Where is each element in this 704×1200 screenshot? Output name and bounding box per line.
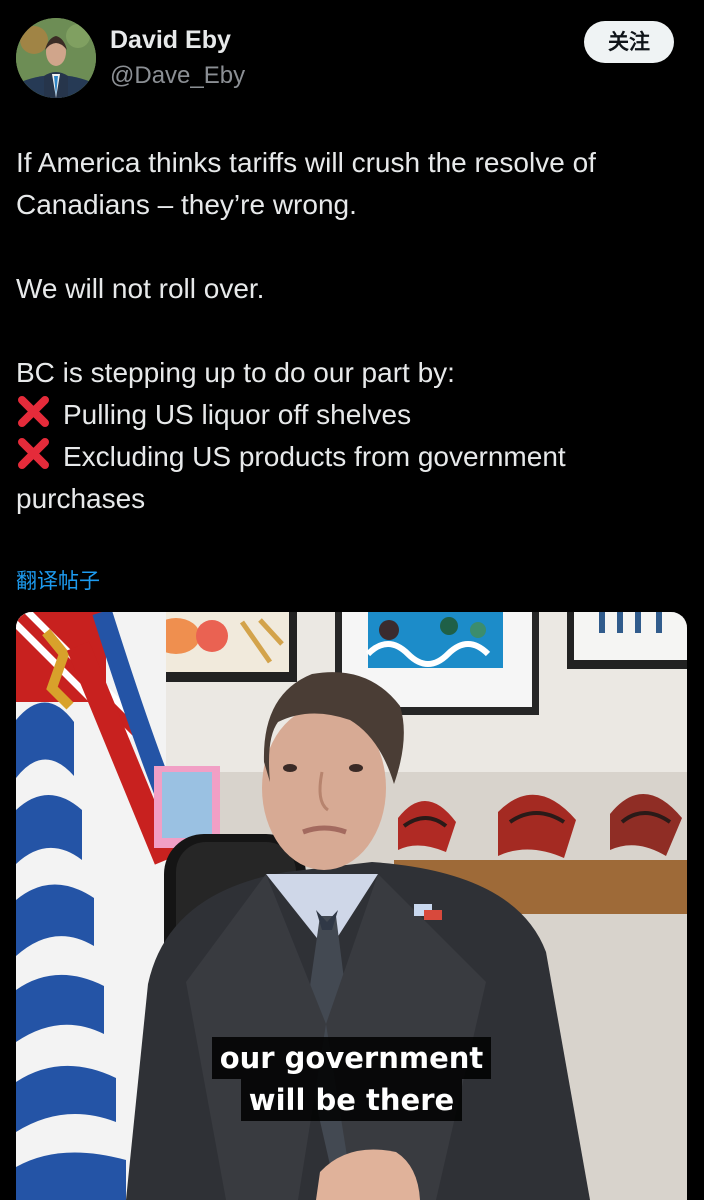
tweet-paragraph-3: BC is stepping up to do our part by:	[16, 357, 455, 388]
tweet-paragraph-1: If America thinks tariffs will crush the…	[16, 147, 596, 220]
tweet-list-item-2: Excluding US products from government pu…	[16, 436, 676, 520]
caption-line-2: will be there	[240, 1079, 463, 1121]
tweet-paragraph-2: We will not roll over.	[16, 273, 265, 304]
tweet-text: If America thinks tariffs will crush the…	[16, 142, 676, 520]
author-handle[interactable]: @Dave_Eby	[110, 62, 245, 90]
tweet-list-text-2: Excluding US products from government pu…	[16, 441, 566, 514]
tweet-list-text-1: Pulling US liquor off shelves	[63, 399, 412, 430]
profile-photo-icon	[16, 18, 96, 98]
tweet-list-item-1: Pulling US liquor off shelves	[16, 394, 676, 436]
video-thumbnail[interactable]: our government will be there	[16, 612, 687, 1200]
profile-avatar[interactable]	[16, 18, 96, 98]
red-x-icon	[18, 396, 49, 427]
author-name[interactable]: David Eby	[110, 26, 231, 55]
translate-post-link[interactable]: 翻译帖子	[16, 565, 100, 595]
tweet-header: David Eby @Dave_Eby 关注	[16, 16, 676, 100]
red-x-icon	[18, 438, 49, 469]
caption-line-1: our government	[211, 1037, 492, 1079]
follow-button[interactable]: 关注	[584, 21, 674, 63]
video-caption: our government will be there	[198, 1037, 505, 1121]
